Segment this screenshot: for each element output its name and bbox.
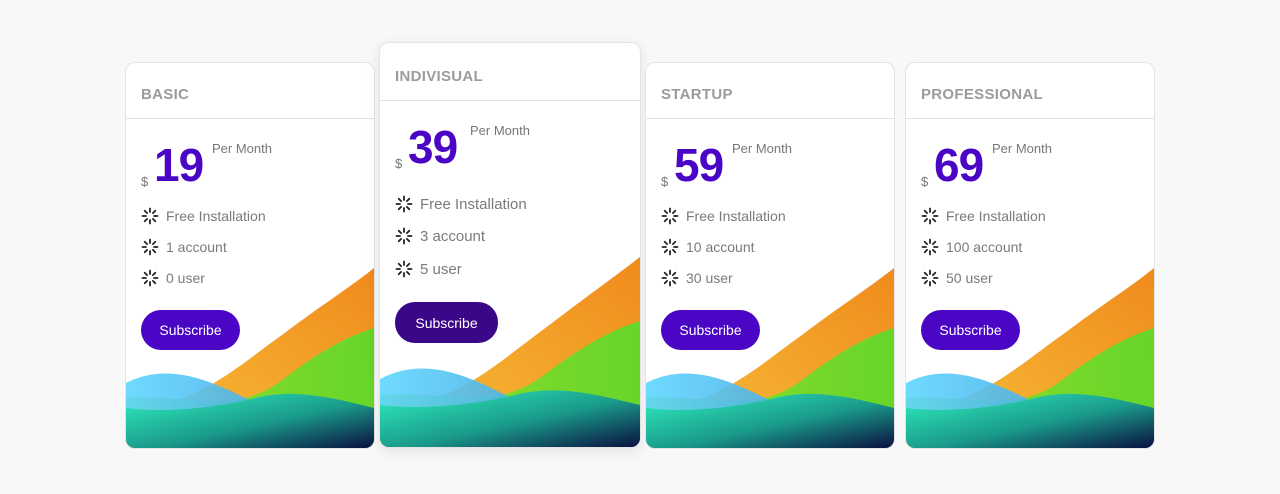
- card-header: BASIC: [126, 63, 374, 119]
- card-header: STARTUP: [646, 63, 894, 119]
- card-header: INDIVISUAL: [380, 43, 640, 101]
- plan-name: PROFESSIONAL: [921, 86, 1043, 103]
- plan-name: BASIC: [141, 86, 190, 103]
- pricing-card-basic: BASIC $ 19 Per Month Free Installation 1…: [125, 62, 375, 449]
- price-block: $ 39 Per Month: [395, 123, 575, 173]
- pricing-card-indivisual: INDIVISUAL $ 39 Per Month Free Installat…: [379, 42, 641, 448]
- price-amount: 69: [934, 139, 984, 191]
- plan-name: INDIVISUAL: [395, 68, 484, 85]
- loading-spinner-icon: [921, 238, 939, 256]
- feature-label: 100 account: [946, 239, 1023, 255]
- subscribe-button[interactable]: Subscribe: [921, 310, 1020, 350]
- feature-label: Free Installation: [946, 208, 1046, 224]
- feature-item: 10 account: [661, 238, 755, 256]
- wave-decoration: [906, 268, 1154, 448]
- feature-item: 3 account: [395, 227, 485, 245]
- feature-item: Free Installation: [921, 207, 1046, 225]
- loading-spinner-icon: [395, 195, 413, 213]
- price-block: $ 69 Per Month: [921, 141, 1101, 191]
- wave-decoration: [126, 268, 374, 448]
- feature-label: Free Installation: [420, 195, 527, 213]
- currency-symbol: $: [661, 174, 669, 189]
- feature-item: Free Installation: [395, 195, 527, 213]
- price-amount: 19: [154, 139, 204, 191]
- currency-symbol: $: [921, 174, 929, 189]
- pricing-card-professional: PROFESSIONAL $ 69 Per Month Free Install…: [905, 62, 1155, 449]
- price-block: $ 19 Per Month: [141, 141, 321, 191]
- card-header: PROFESSIONAL: [906, 63, 1154, 119]
- feature-item: 100 account: [921, 238, 1022, 256]
- feature-label: Free Installation: [166, 208, 266, 224]
- subscribe-button[interactable]: Subscribe: [395, 302, 498, 343]
- price-amount: 39: [408, 121, 458, 173]
- currency-symbol: $: [395, 156, 403, 171]
- plan-name: STARTUP: [661, 86, 733, 103]
- feature-item: Free Installation: [661, 207, 786, 225]
- wave-decoration: [646, 268, 894, 448]
- price-period: Per Month: [470, 123, 530, 138]
- feature-label: Free Installation: [686, 208, 786, 224]
- loading-spinner-icon: [661, 207, 679, 225]
- loading-spinner-icon: [921, 207, 939, 225]
- feature-label: 1 account: [166, 239, 227, 255]
- loading-spinner-icon: [141, 238, 159, 256]
- currency-symbol: $: [141, 174, 149, 189]
- price-period: Per Month: [732, 141, 792, 156]
- feature-label: 10 account: [686, 239, 755, 255]
- loading-spinner-icon: [141, 207, 159, 225]
- wave-decoration: [380, 257, 640, 447]
- price-period: Per Month: [992, 141, 1052, 156]
- pricing-card-startup: STARTUP $ 59 Per Month Free Installation…: [645, 62, 895, 449]
- feature-item: 1 account: [141, 238, 227, 256]
- price-amount: 59: [674, 139, 724, 191]
- loading-spinner-icon: [395, 227, 413, 245]
- subscribe-button[interactable]: Subscribe: [141, 310, 240, 350]
- loading-spinner-icon: [661, 238, 679, 256]
- subscribe-button[interactable]: Subscribe: [661, 310, 760, 350]
- price-block: $ 59 Per Month: [661, 141, 841, 191]
- pricing-section: BASIC $ 19 Per Month Free Installation 1…: [0, 0, 1280, 494]
- price-period: Per Month: [212, 141, 272, 156]
- feature-item: Free Installation: [141, 207, 266, 225]
- feature-label: 3 account: [420, 227, 486, 245]
